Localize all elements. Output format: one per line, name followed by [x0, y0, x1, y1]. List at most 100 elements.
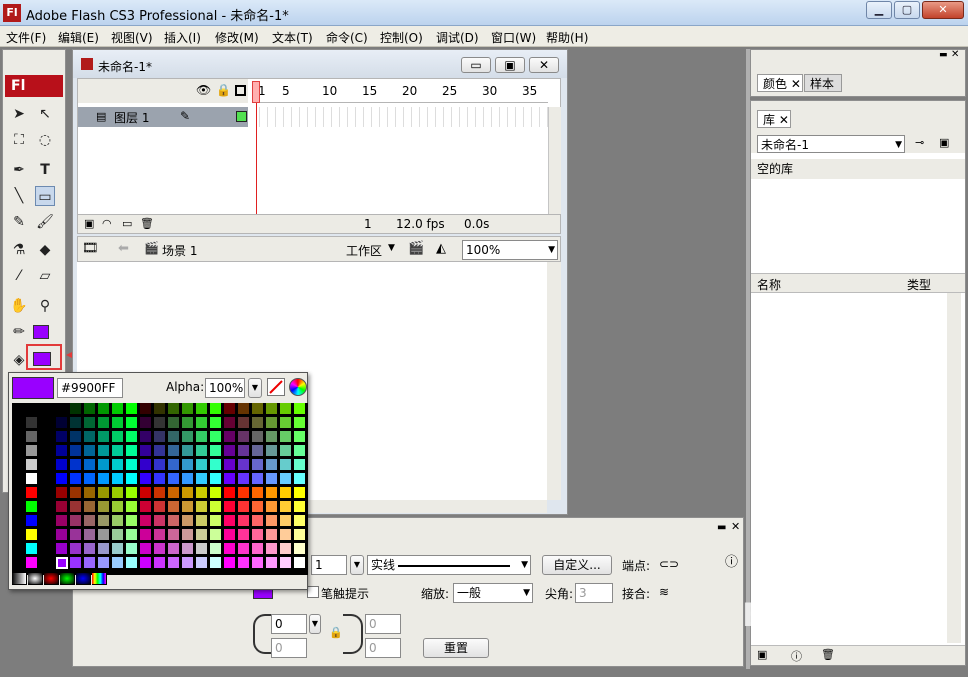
swatch-cell[interactable] [280, 557, 292, 569]
swatch-cell[interactable] [70, 417, 82, 429]
gradient-swatch[interactable] [12, 573, 27, 585]
swatch-cell[interactable] [154, 557, 166, 569]
swatch-cell[interactable] [294, 529, 306, 541]
stroke-color-swatch[interactable] [33, 325, 49, 339]
swatch-cell[interactable] [140, 557, 152, 569]
swatch-cell[interactable] [266, 431, 278, 443]
swatch-cell[interactable] [196, 459, 208, 471]
swatch-cell[interactable] [112, 515, 124, 527]
swatch-cell[interactable] [98, 529, 110, 541]
swatch-cell[interactable] [168, 543, 180, 555]
alpha-input[interactable]: 100% [205, 378, 245, 398]
swatch-cell[interactable] [84, 557, 96, 569]
swatch-cell[interactable] [210, 557, 222, 569]
swatch-cell[interactable] [266, 403, 278, 415]
swatch-cell[interactable] [252, 543, 264, 555]
swatch-cell[interactable] [112, 445, 124, 457]
close-button[interactable]: ✕ [922, 1, 964, 19]
swatch-cell[interactable] [224, 431, 236, 443]
menu-text[interactable]: 文本(T) [272, 29, 313, 46]
swatch-cell[interactable] [70, 403, 82, 415]
swatch-cell[interactable] [98, 501, 110, 513]
swatch-cell[interactable] [182, 473, 194, 485]
panel-close-icon[interactable]: ✕ [731, 520, 740, 533]
swatch-cell[interactable] [294, 501, 306, 513]
swatch-cell[interactable] [154, 515, 166, 527]
swatch-cell[interactable] [266, 557, 278, 569]
x-input[interactable]: 0 [271, 614, 307, 634]
tab-library[interactable]: 库 ✕ [757, 110, 791, 128]
zoom-select[interactable]: 100% ▼ [462, 240, 558, 260]
doc-close-button[interactable]: ✕ [529, 57, 559, 73]
new-library-icon[interactable]: ▣ [939, 136, 949, 149]
swatch-cell[interactable] [196, 487, 208, 499]
gradient-swatch[interactable] [60, 573, 75, 585]
swatch-cell[interactable] [196, 417, 208, 429]
swatch-cell[interactable] [84, 487, 96, 499]
zoom-tool-icon[interactable]: ⚲ [35, 296, 55, 316]
swatch-cell[interactable] [154, 431, 166, 443]
swatch-cell[interactable] [84, 529, 96, 541]
doc-minimize-button[interactable]: ▭ [461, 57, 491, 73]
swatch-cell[interactable] [266, 459, 278, 471]
rectangle-tool-icon[interactable]: ▭ [35, 186, 55, 206]
swatch-cell[interactable] [182, 529, 194, 541]
swatch-cell[interactable] [84, 515, 96, 527]
join-icon[interactable]: ≋ [659, 585, 669, 599]
swatch-cell[interactable] [140, 417, 152, 429]
swatch-cell[interactable] [182, 445, 194, 457]
swatch-cell[interactable] [112, 403, 124, 415]
swatch-cell[interactable] [56, 473, 68, 485]
eye-icon[interactable]: 👁 [196, 83, 211, 97]
menu-debug[interactable]: 调试(D) [436, 29, 479, 46]
swatch-cell[interactable] [140, 487, 152, 499]
layer-row[interactable]: ▤ 图层 1 ✎ [78, 107, 248, 127]
menu-help[interactable]: 帮助(H) [546, 29, 588, 46]
outline-icon[interactable] [235, 85, 246, 96]
swatch-cell[interactable] [210, 445, 222, 457]
swatch-cell[interactable] [140, 473, 152, 485]
alpha-dropdown[interactable]: ▼ [248, 378, 262, 398]
menu-insert[interactable]: 插入(I) [164, 29, 201, 46]
swatch-cell[interactable] [168, 515, 180, 527]
swatch-cell[interactable] [40, 529, 52, 541]
swatch-cell[interactable] [196, 403, 208, 415]
swatch-cell[interactable] [26, 445, 38, 457]
swatch-cell[interactable] [238, 501, 250, 513]
swatch-cell[interactable] [70, 543, 82, 555]
swatch-cell[interactable] [210, 515, 222, 527]
swatch-cell[interactable] [84, 459, 96, 471]
swatch-cell[interactable] [168, 501, 180, 513]
swatch-cell[interactable] [294, 473, 306, 485]
swatch-cell[interactable] [266, 445, 278, 457]
tab-color[interactable]: 颜色 ✕ [757, 74, 803, 92]
swatch-cell[interactable] [126, 529, 138, 541]
cap-icon[interactable]: ⊂⊃ [659, 557, 679, 571]
add-layer-icon[interactable]: ▣ [84, 217, 94, 230]
swatch-cell[interactable] [252, 515, 264, 527]
swatch-cell[interactable] [40, 417, 52, 429]
scale-select[interactable]: 一般 ▼ [453, 583, 533, 603]
swatch-cell[interactable] [224, 487, 236, 499]
brush-tool-icon[interactable]: 🖌 [35, 212, 55, 232]
swatch-cell[interactable] [294, 487, 306, 499]
swatch-cell[interactable] [98, 431, 110, 443]
swatch-cell[interactable] [126, 445, 138, 457]
swatch-cell[interactable] [26, 403, 38, 415]
swatch-cell[interactable] [210, 431, 222, 443]
swatch-cell[interactable] [40, 487, 52, 499]
panel-minimize-icon[interactable]: ▬ [717, 522, 726, 533]
swatch-cell[interactable] [238, 431, 250, 443]
swatch-cell[interactable] [154, 473, 166, 485]
swatch-cell[interactable] [112, 557, 124, 569]
swatch-cell[interactable] [294, 431, 306, 443]
custom-button[interactable]: 自定义... [542, 555, 612, 575]
subselection-tool-icon[interactable]: ↖ [35, 104, 55, 124]
swatch-cell[interactable] [126, 431, 138, 443]
swatch-cell[interactable] [294, 515, 306, 527]
swatch-cell[interactable] [196, 529, 208, 541]
swatch-cell[interactable] [70, 445, 82, 457]
swatch-cell[interactable] [210, 529, 222, 541]
swatch-cell[interactable] [252, 431, 264, 443]
swatch-cell[interactable] [70, 501, 82, 513]
